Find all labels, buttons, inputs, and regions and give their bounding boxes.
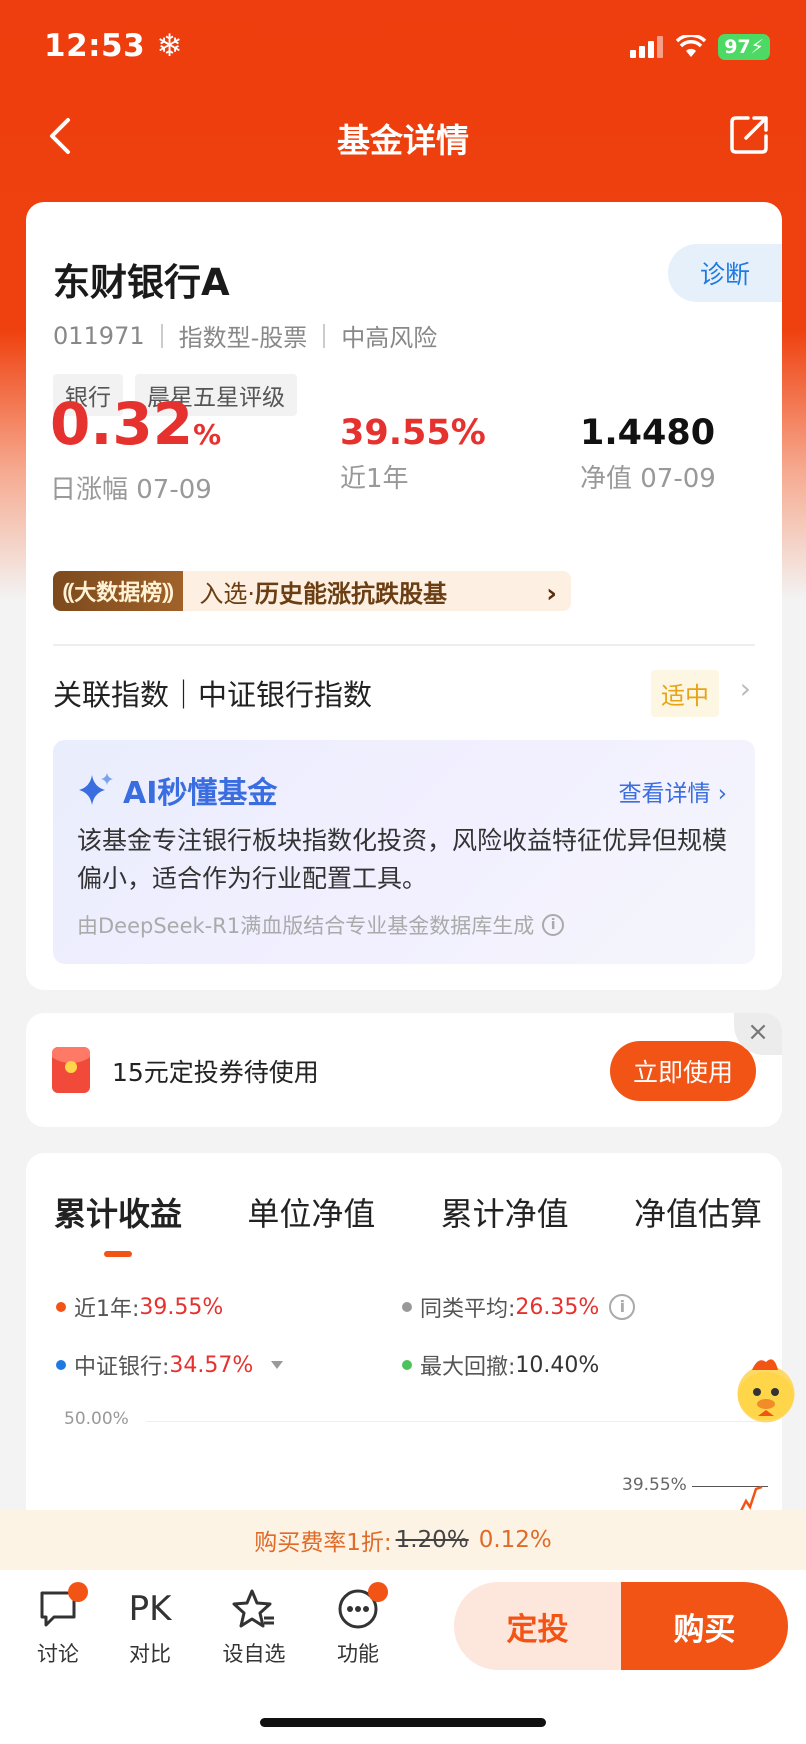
tab-cumulative-return[interactable]: 累计收益 (54, 1189, 182, 1257)
fee-discounted: 0.12% (478, 1527, 552, 1553)
notification-dot (68, 1582, 88, 1602)
nav-bar: 基金详情 (0, 96, 806, 180)
legend-dot (402, 1360, 412, 1370)
divider (53, 644, 755, 646)
daily-change-value: 0.32% (50, 390, 222, 458)
fee-original: 1.20% (395, 1527, 469, 1553)
related-index-title: 关联指数｜中证银行指数 (53, 678, 373, 712)
status-bar: 12:53 ❄ 97⚡ (0, 0, 806, 96)
share-icon[interactable] (728, 112, 772, 156)
functions-button[interactable]: 功能 (318, 1582, 398, 1668)
legend-category-average: 同类平均: 26.35% i (402, 1291, 636, 1323)
sip-button[interactable]: 定投 (454, 1582, 621, 1670)
ai-summary-title: AI秒懂基金 (77, 768, 277, 812)
fund-type: 指数型-股票 (178, 324, 308, 352)
sparkle-icon (79, 773, 113, 805)
chevron-right-icon: › (739, 672, 751, 705)
pk-icon: PK (128, 1589, 172, 1629)
chart-end-label: 39.55% (622, 1475, 687, 1495)
add-watchlist-button[interactable]: 设自选 (214, 1588, 294, 1668)
wifi-icon (676, 35, 707, 57)
bottom-action-bar: 讨论 PK 对比 设自选 功能 定投 购买 (0, 1570, 806, 1674)
fund-code: 011971 (53, 321, 145, 350)
tab-cumulative-nav[interactable]: 累计净值 (441, 1189, 569, 1235)
red-envelope-icon (52, 1047, 90, 1093)
fee-label: 购买费率1折: (254, 1530, 392, 1556)
fund-name: 东财银行A (53, 261, 230, 304)
nav-label: 净值 07-09 (580, 464, 716, 494)
chart-line (738, 1485, 763, 1513)
stat-one-year: 39.55% 近1年 (340, 410, 486, 495)
gridline (146, 1421, 762, 1422)
chevron-right-icon: › (546, 579, 557, 609)
battery-indicator: 97⚡ (718, 34, 770, 60)
ranking-text: 入选· 历史能涨抗跌股基 › (183, 571, 571, 611)
performance-tabs: 累计收益 单位净值 累计净值 净值估算 (54, 1189, 762, 1257)
fund-meta: 011971 指数型-股票 中高风险 (53, 318, 437, 353)
coupon-text: 15元定投券待使用 (112, 1058, 319, 1087)
trade-buttons: 定投 购买 (454, 1582, 788, 1670)
one-year-label: 近1年 (340, 464, 409, 494)
legend-dot (402, 1302, 412, 1312)
ai-view-details-link[interactable]: 查看详情 › (618, 774, 727, 808)
ai-summary-box: AI秒懂基金 查看详情 › 该基金专注银行板块指数化投资，风险收益特征优异但规模… (53, 740, 755, 964)
home-indicator[interactable] (260, 1718, 546, 1727)
info-icon[interactable]: i (609, 1294, 636, 1320)
daily-change-label: 日涨幅 07-09 (50, 475, 212, 505)
buy-button[interactable]: 购买 (621, 1582, 788, 1670)
related-index-row[interactable]: 关联指数｜中证银行指数 适中 › (53, 668, 755, 718)
page-title: 基金详情 (337, 121, 469, 160)
home-indicator-area (0, 1674, 806, 1744)
fee-discount-bar: 购买费率1折: 1.20% 0.12% (0, 1510, 806, 1570)
diagnose-button[interactable]: 诊断 (668, 244, 782, 302)
ranking-banner[interactable]: ⸨ 大数据榜 ⸩ 入选· 历史能涨抗跌股基 › (53, 571, 571, 611)
use-coupon-button[interactable]: 立即使用 (610, 1041, 756, 1101)
fund-risk: 中高风险 (341, 324, 438, 352)
compare-button[interactable]: PK 对比 (110, 1588, 190, 1668)
ai-disclaimer: 由DeepSeek-R1满血版结合专业基金数据库生成 i (77, 910, 565, 940)
ai-summary-text: 该基金专注银行板块指数化投资，风险收益特征优异但规模偏小，适合作为行业配置工具。 (77, 826, 728, 893)
notification-dot (368, 1582, 388, 1602)
discuss-button[interactable]: 讨论 (18, 1582, 98, 1668)
legend-one-year: 近1年: 39.55% (56, 1291, 223, 1323)
status-icons: 97⚡ (630, 34, 770, 60)
tab-unit-nav[interactable]: 单位净值 (247, 1189, 375, 1235)
y-axis-tick-top: 50.00% (64, 1409, 129, 1429)
legend-dot (56, 1302, 66, 1312)
signal-icon (630, 36, 664, 58)
separator (323, 323, 326, 348)
info-icon[interactable]: i (542, 914, 565, 936)
valuation-badge: 适中 (651, 670, 719, 717)
status-time: 12:53 ❄ (44, 28, 183, 64)
star-icon (232, 1589, 274, 1628)
one-year-value: 39.55% (340, 413, 486, 453)
legend-dot (56, 1360, 66, 1370)
legend-index[interactable]: 中证银行: 34.57% (56, 1349, 284, 1381)
fund-overview-card: 东财银行A 诊断 011971 指数型-股票 中高风险 银行 晨星五星评级 0.… (26, 202, 782, 990)
legend-max-drawdown: 最大回撤: 10.40% (402, 1349, 599, 1381)
stat-nav: 1.4480 净值 07-09 (580, 410, 716, 495)
nav-value: 1.4480 (580, 413, 716, 453)
separator (160, 323, 163, 348)
ranking-badge: ⸨ 大数据榜 ⸩ (53, 571, 184, 611)
mascot-assistant-icon[interactable] (728, 1352, 804, 1428)
dropdown-caret-icon (271, 1361, 284, 1369)
coupon-card: 15元定投券待使用 立即使用 × (26, 1013, 782, 1127)
tab-nav-estimate[interactable]: 净值估算 (634, 1189, 762, 1235)
stat-daily-change: 0.32% 日涨幅 07-09 (50, 392, 221, 506)
